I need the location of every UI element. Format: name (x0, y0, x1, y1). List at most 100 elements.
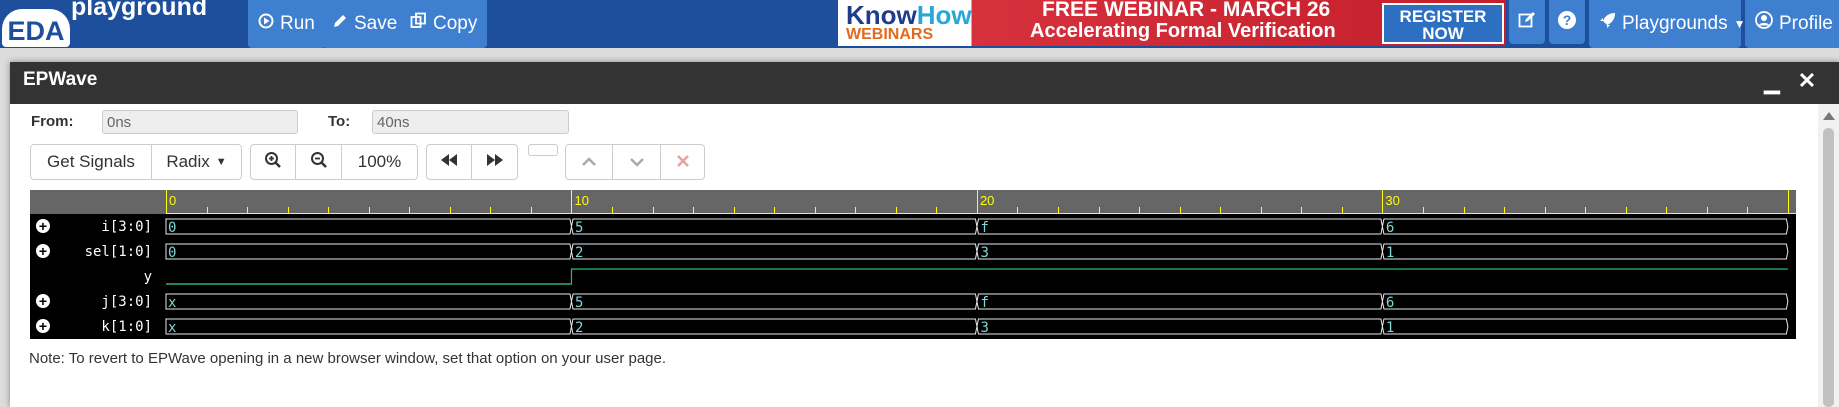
profile-label: Profile (1779, 13, 1833, 34)
bus-value: f (980, 295, 988, 311)
remove-x-icon (676, 152, 689, 172)
playgrounds-label: Playgrounds (1622, 13, 1728, 34)
user-circle-icon (1755, 2, 1773, 46)
modal-title: EPWave (23, 69, 98, 90)
radix-dropdown[interactable]: Radix ▼ (152, 144, 242, 180)
caret-down-icon: ▼ (215, 156, 227, 168)
bus-segment (570, 243, 978, 260)
bus-value: 1 (1386, 245, 1394, 261)
move-up-button[interactable] (565, 144, 613, 180)
svg-text:?: ? (1563, 12, 1572, 28)
remove-signal-button[interactable] (661, 144, 705, 180)
blank-small-button[interactable] (528, 144, 558, 156)
time-ruler[interactable]: 0 10 20 30 (30, 190, 1796, 214)
bus-segment (570, 218, 978, 235)
bus-segment (976, 243, 1383, 260)
bus-segment (165, 243, 572, 260)
question-circle-icon: ? (1557, 10, 1577, 35)
modal-scrollbar[interactable] (1818, 104, 1839, 407)
logo-subtext: playground (71, 0, 208, 21)
top-navbar: EDA playground Run Save Copy KnowHow WEB… (0, 0, 1839, 48)
scroll-up-arrow-icon[interactable] (1823, 112, 1835, 120)
ad-register-line2: NOW (1422, 24, 1464, 43)
ruler-label: 30 (1385, 193, 1399, 208)
to-label: To: (328, 113, 351, 130)
move-down-button[interactable] (613, 144, 661, 180)
eda-playground-logo[interactable]: EDA playground (0, 0, 240, 48)
bit-trace (166, 268, 1788, 285)
bus-segment (570, 293, 978, 310)
forward-icon (485, 152, 505, 172)
epwave-note: Note: To revert to EPWave opening in a n… (29, 350, 667, 367)
ruler-label: 20 (980, 193, 994, 208)
copy-icon (410, 2, 427, 46)
edit-icon (1518, 11, 1536, 34)
minimize-button[interactable]: ▁ (1762, 70, 1782, 94)
backward-icon (439, 152, 459, 172)
bus-segment (1381, 293, 1789, 310)
logo-text: EDA (2, 9, 70, 47)
close-button[interactable]: ✕ (1796, 68, 1818, 93)
bus-segment (1381, 218, 1789, 235)
scrollbar-thumb[interactable] (1823, 128, 1834, 407)
bus-value: 3 (980, 320, 988, 336)
bus-segment (570, 318, 978, 335)
ad-brand-sub: WEBINARS (846, 26, 934, 43)
step-back-button[interactable] (426, 144, 472, 180)
bus-value: f (980, 220, 988, 236)
modal-header: EPWave ▁ ✕ (10, 62, 1839, 104)
signal-traces: 0 5 f 6 0 2 3 1 x 5 f 6 x 2 3 1 (165, 218, 1789, 336)
zoom-out-icon (310, 151, 328, 174)
ruler-graphic: 0 10 20 30 (166, 190, 1796, 214)
epwave-modal: EPWave ▁ ✕ From: To: Get Signals Radix ▼… (10, 62, 1839, 407)
bus-value: 2 (575, 245, 583, 261)
bus-value: 5 (575, 220, 583, 236)
bus-value: 0 (168, 245, 176, 261)
save-button[interactable]: Save (322, 0, 408, 48)
bus-value: 0 (168, 220, 176, 236)
ad-register-button[interactable]: REGISTER NOW (1382, 3, 1504, 44)
zoom-in-button[interactable] (250, 144, 296, 180)
help-button[interactable]: ? (1549, 0, 1585, 44)
playgrounds-dropdown[interactable]: Playgrounds ▼ (1589, 0, 1746, 48)
webinar-ad-banner[interactable]: KnowHow WEBINARS FREE WEBINAR - MARCH 26… (838, 0, 1506, 46)
ad-headline: FREE WEBINAR - MARCH 26 (1042, 0, 1331, 21)
from-label: From: (31, 113, 74, 130)
caret-down-icon: ▼ (1733, 17, 1746, 31)
bus-value: 1 (1386, 320, 1394, 336)
bus-value: 5 (575, 295, 583, 311)
zoom-level-button[interactable]: 100% (342, 144, 418, 180)
edit-button[interactable] (1509, 0, 1545, 44)
bus-segment (1381, 243, 1789, 260)
step-forward-button[interactable] (472, 144, 518, 180)
waveform-viewer[interactable]: 0 10 20 30 + i[3:0] + sel[1:0] y + j[3:0] + k[1:0] … (30, 190, 1796, 339)
rocket-icon (1599, 2, 1616, 46)
run-button[interactable]: Run (248, 0, 325, 48)
bus-segment (976, 218, 1383, 235)
zoom-in-icon (264, 151, 282, 174)
run-label: Run (280, 13, 315, 34)
bus-segment (165, 218, 572, 235)
get-signals-button[interactable]: Get Signals (30, 144, 152, 180)
bus-segment (976, 293, 1383, 310)
ruler-label: 0 (169, 193, 176, 208)
copy-label: Copy (433, 13, 478, 34)
zoom-out-button[interactable] (296, 144, 342, 180)
copy-button[interactable]: Copy (400, 0, 488, 48)
bus-value: 2 (575, 320, 583, 336)
radix-label: Radix (166, 152, 210, 171)
zoom-button-group: 100% (250, 144, 418, 180)
from-input[interactable] (102, 110, 298, 134)
ruler-label: 10 (574, 193, 588, 208)
minimize-icon: ▁ (1764, 72, 1780, 94)
to-input[interactable] (372, 110, 569, 134)
bus-value: 6 (1386, 220, 1394, 236)
play-circle-icon (258, 2, 274, 46)
navigate-button-group (426, 144, 518, 180)
bus-value: 3 (980, 245, 988, 261)
close-icon: ✕ (1797, 68, 1817, 93)
profile-dropdown[interactable]: Profile ▼ (1745, 0, 1839, 48)
bus-segment (976, 318, 1383, 335)
bus-segment (1381, 318, 1789, 335)
chevron-up-icon (581, 152, 597, 172)
